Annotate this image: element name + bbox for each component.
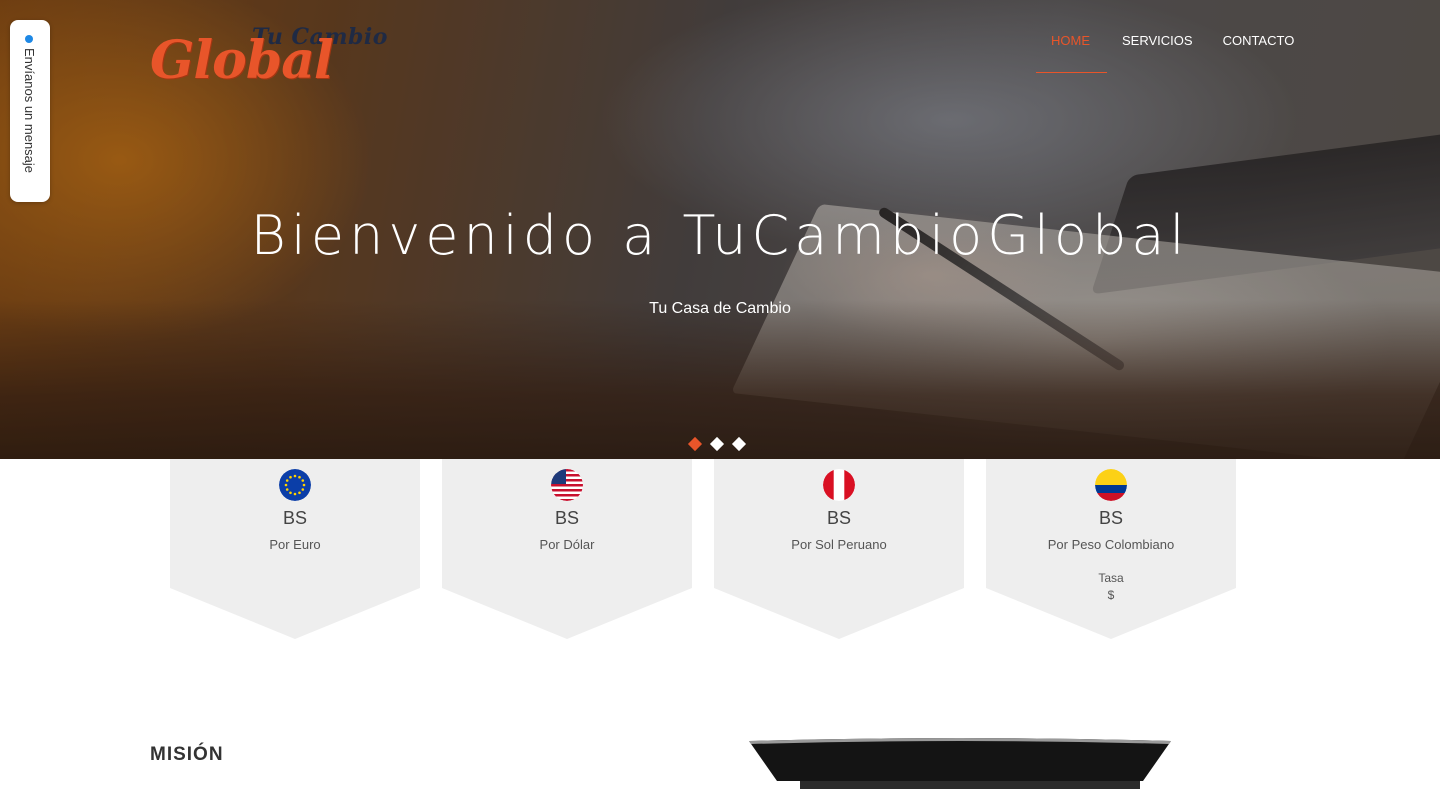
rate-label: Por Dólar xyxy=(539,537,595,552)
nav-contacto[interactable]: CONTACTO xyxy=(1208,33,1310,73)
feedback-label: Envíanos un mensaje xyxy=(22,48,37,174)
tasa-label: Tasa xyxy=(1098,571,1124,585)
currency-code: BS xyxy=(1098,508,1123,528)
rate-card-euro: BS Por Euro xyxy=(170,459,420,639)
site-logo[interactable]: Tu Cambio Global xyxy=(150,12,410,92)
hero-title: Bienvenido a TuCambioGlobal xyxy=(250,204,1190,267)
tasa-value: $ xyxy=(1107,588,1115,602)
feedback-tab[interactable]: Envíanos un mensaje xyxy=(10,20,50,202)
us-flag-icon xyxy=(551,469,583,501)
currency-code: BS xyxy=(282,508,307,528)
eu-flag-icon xyxy=(279,469,311,501)
rate-card-dolar: BS Por Dólar xyxy=(442,459,692,639)
currency-code: BS xyxy=(826,508,851,528)
currency-code: BS xyxy=(554,508,579,528)
colombia-flag-icon xyxy=(1095,469,1127,501)
hero-subtitle: Tu Casa de Cambio xyxy=(649,300,791,317)
blue-dot-icon xyxy=(25,35,33,43)
nav-home[interactable]: HOME xyxy=(1036,33,1107,73)
carousel-dot-3[interactable] xyxy=(731,436,747,452)
main-nav: HOME SERVICIOS CONTACTO xyxy=(1036,33,1309,75)
carousel-indicators xyxy=(687,436,747,452)
nav-servicios[interactable]: SERVICIOS xyxy=(1107,33,1208,73)
logo-text-main: Global xyxy=(150,30,334,91)
carousel-dot-2[interactable] xyxy=(709,436,725,452)
laptop-image xyxy=(745,735,1175,789)
rate-label: Por Sol Peruano xyxy=(791,537,887,552)
peru-flag-icon xyxy=(823,469,855,501)
rate-card-sol: BS Por Sol Peruano xyxy=(714,459,964,639)
rate-card-peso: BS Por Peso Colombiano Tasa $ xyxy=(986,459,1236,639)
rate-label: Por Peso Colombiano xyxy=(1047,537,1175,552)
mision-heading: MISIÓN xyxy=(150,744,224,765)
rate-label: Por Euro xyxy=(269,537,321,552)
carousel-dot-1[interactable] xyxy=(687,436,703,452)
